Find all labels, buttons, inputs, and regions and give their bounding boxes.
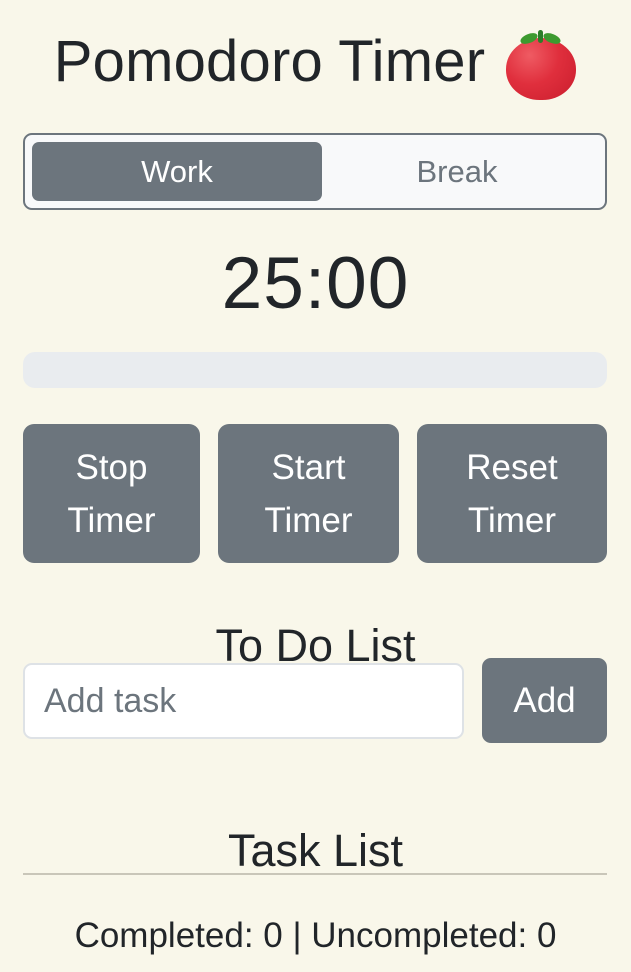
add-task-button[interactable]: Add bbox=[482, 658, 607, 743]
pomodoro-app: Pomodoro Timer Work Break 25:00 Stop Tim… bbox=[0, 0, 631, 972]
break-mode-button[interactable]: Break bbox=[312, 142, 602, 201]
task-list bbox=[23, 842, 607, 862]
timer-progress-bar bbox=[23, 352, 607, 388]
timer-display: 25:00 bbox=[221, 243, 410, 324]
tomato-icon bbox=[505, 30, 577, 102]
task-list-divider bbox=[23, 873, 607, 875]
start-timer-button[interactable]: Start Timer bbox=[218, 424, 399, 563]
reset-timer-button[interactable]: Reset Timer bbox=[417, 424, 607, 563]
task-stats: Completed: 0 | Uncompleted: 0 bbox=[74, 916, 557, 955]
task-input[interactable] bbox=[23, 663, 464, 739]
work-mode-button[interactable]: Work bbox=[32, 142, 322, 201]
mode-switch: Work Break bbox=[23, 133, 607, 210]
page-title: Pomodoro Timer bbox=[53, 29, 486, 94]
stop-timer-button[interactable]: Stop Timer bbox=[23, 424, 200, 563]
tomato-body bbox=[506, 38, 577, 100]
tomato-stem bbox=[538, 30, 544, 43]
title-row: Pomodoro Timer bbox=[0, 22, 631, 102]
